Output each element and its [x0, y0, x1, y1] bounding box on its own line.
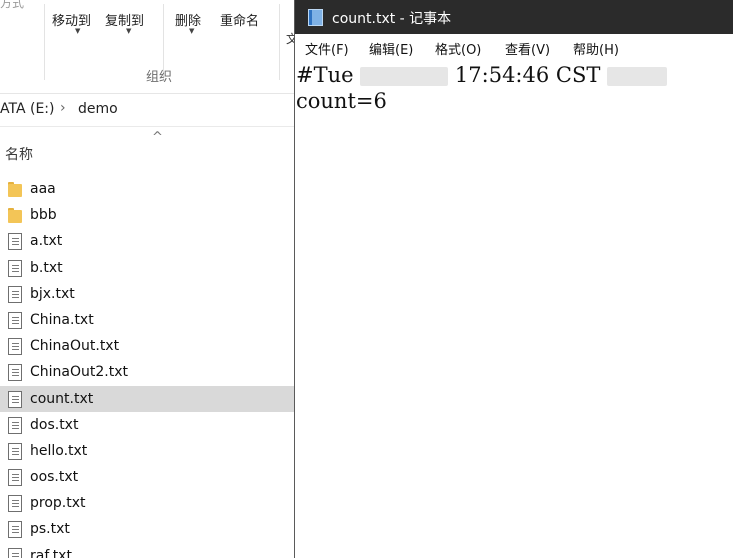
- timestamp-prefix: #Tue: [296, 63, 361, 87]
- folder-icon: [7, 180, 23, 198]
- menu-view[interactable]: 查看(V): [505, 39, 550, 58]
- list-item[interactable]: ChinaOut2.txt: [0, 359, 294, 385]
- address-bar[interactable]: ATA (E:) › demo: [0, 94, 294, 127]
- folder-icon: [7, 206, 23, 224]
- list-item[interactable]: prop.txt: [0, 490, 294, 516]
- file-name: raf.txt: [30, 547, 72, 558]
- file-name: dos.txt: [30, 416, 79, 433]
- column-header[interactable]: ^ 名称: [0, 130, 294, 170]
- file-name: a.txt: [30, 233, 63, 250]
- list-item-selected[interactable]: count.txt: [0, 385, 294, 412]
- notepad-window: count.txt - 记事本 文件(F) 编辑(E) 格式(O) 查看(V) …: [294, 0, 733, 558]
- redacted-year: [607, 67, 668, 86]
- breadcrumb-drive[interactable]: ATA (E:): [0, 101, 54, 117]
- chevron-down-icon[interactable]: ▼: [75, 27, 80, 35]
- file-name: count.txt: [30, 390, 94, 407]
- text-editor[interactable]: #Tue 17:54:46 CST count=6: [296, 61, 733, 558]
- file-name: bjx.txt: [30, 285, 75, 302]
- file-name: ps.txt: [30, 521, 70, 538]
- list-item[interactable]: hello.txt: [0, 438, 294, 464]
- file-list: aaa bbb a.txt b.txt bjx.txt China.txt Ch…: [0, 176, 294, 558]
- text-file-icon: [7, 390, 23, 408]
- delete-button[interactable]: 删除: [175, 10, 201, 29]
- file-name: prop.txt: [30, 495, 86, 512]
- menu-format[interactable]: 格式(O): [435, 39, 481, 58]
- ribbon-separator: [44, 4, 45, 80]
- menu-edit[interactable]: 编辑(E): [369, 39, 413, 58]
- menu-bar: 文件(F) 编辑(E) 格式(O) 查看(V) 帮助(H): [295, 34, 733, 61]
- text-file-icon: [7, 337, 23, 356]
- text-file-icon: [7, 311, 23, 329]
- list-item[interactable]: bjx.txt: [0, 281, 294, 307]
- ribbon-separator: [279, 4, 280, 80]
- ribbon: 方式 移动到 ▼ 复制到 ▼ 删除 ▼ 重命名 组织 文: [0, 0, 294, 94]
- text-file-icon: [7, 442, 23, 460]
- sort-ascending-icon: ^: [152, 130, 163, 145]
- file-name: bbb: [30, 207, 57, 224]
- list-item[interactable]: b.txt: [0, 255, 294, 281]
- chevron-down-icon[interactable]: ▼: [189, 27, 194, 35]
- window-title: count.txt - 记事本: [332, 11, 452, 27]
- breadcrumb-chevron-icon[interactable]: ›: [60, 100, 66, 116]
- rename-button[interactable]: 重命名: [220, 10, 259, 29]
- file-name: hello.txt: [30, 442, 88, 459]
- list-item[interactable]: dos.txt: [0, 412, 294, 438]
- list-item[interactable]: aaa: [0, 176, 294, 202]
- text-file-icon: [7, 416, 23, 434]
- menu-help[interactable]: 帮助(H): [573, 39, 619, 58]
- text-file-icon: [7, 520, 23, 539]
- file-name: aaa: [30, 181, 56, 197]
- notepad-icon: [308, 9, 323, 26]
- ribbon-cut-label: 方式: [0, 0, 25, 10]
- list-item[interactable]: ps.txt: [0, 516, 294, 542]
- column-header-name[interactable]: 名称: [5, 144, 33, 164]
- editor-line-2: count=6: [296, 89, 387, 113]
- text-file-icon: [7, 363, 23, 382]
- redacted-date: [360, 67, 449, 86]
- list-item[interactable]: oos.txt: [0, 464, 294, 490]
- file-name: b.txt: [30, 259, 63, 276]
- file-name: ChinaOut2.txt: [30, 364, 128, 381]
- menu-file[interactable]: 文件(F): [305, 39, 349, 58]
- list-item[interactable]: China.txt: [0, 307, 294, 333]
- list-item[interactable]: raf.txt: [0, 543, 294, 558]
- chevron-down-icon[interactable]: ▼: [126, 27, 131, 35]
- breadcrumb-folder[interactable]: demo: [78, 101, 118, 117]
- text-file-icon: [7, 232, 23, 251]
- move-to-button[interactable]: 移动到: [52, 10, 91, 29]
- file-name: China.txt: [30, 311, 94, 328]
- list-item[interactable]: a.txt: [0, 228, 294, 254]
- text-file-icon: [7, 547, 23, 558]
- timestamp-time: 17:54:46 CST: [448, 63, 608, 87]
- text-file-icon: [7, 259, 23, 277]
- editor-line-1: #Tue 17:54:46 CST: [296, 63, 668, 87]
- text-file-icon: [7, 494, 23, 513]
- file-explorer-window: 方式 移动到 ▼ 复制到 ▼ 删除 ▼ 重命名 组织 文 ATA (E:) › …: [0, 0, 294, 558]
- copy-to-button[interactable]: 复制到: [105, 10, 144, 29]
- list-item[interactable]: bbb: [0, 202, 294, 228]
- file-name: oos.txt: [30, 469, 79, 486]
- list-item[interactable]: ChinaOut.txt: [0, 333, 294, 359]
- ribbon-more-icon: 文: [286, 32, 294, 46]
- file-name: ChinaOut.txt: [30, 338, 120, 355]
- title-bar[interactable]: count.txt - 记事本: [295, 0, 733, 34]
- text-file-icon: [7, 468, 23, 487]
- ribbon-group-label: 组织: [146, 70, 173, 85]
- text-file-icon: [7, 285, 23, 303]
